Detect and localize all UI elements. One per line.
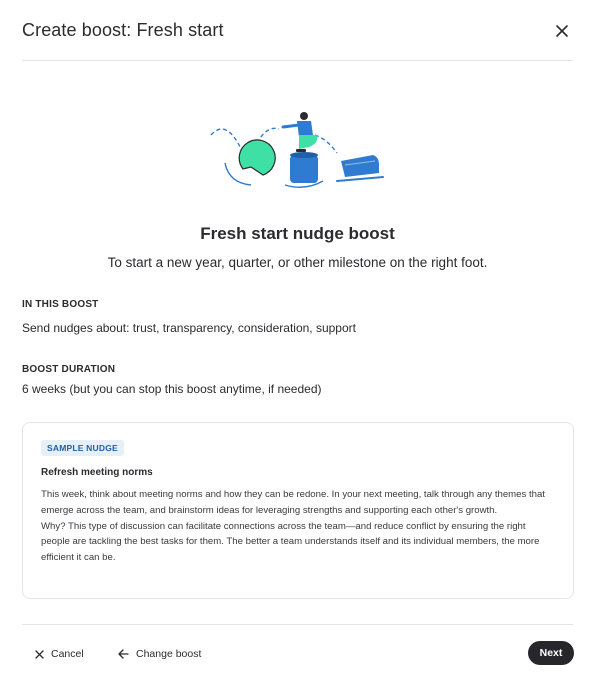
close-icon <box>35 649 44 659</box>
close-button[interactable] <box>553 22 571 40</box>
sample-nudge-body: This week, think about meeting norms and… <box>41 487 557 566</box>
sample-nudge-paragraph: Why? This type of discussion can facilit… <box>41 520 540 564</box>
boost-duration-text: 6 weeks (but you can stop this boost any… <box>22 382 322 396</box>
fresh-start-illustration <box>210 112 384 188</box>
create-boost-modal: Create boost: Fresh start Fresh start nu… <box>0 0 595 687</box>
in-this-boost-text: Send nudges about: trust, transparency, … <box>22 321 356 335</box>
sample-nudge-badge: SAMPLE NUDGE <box>41 440 124 456</box>
next-button[interactable]: Next <box>528 641 574 665</box>
in-this-boost-heading: IN THIS BOOST <box>22 299 99 310</box>
sample-nudge-paragraph: This week, think about meeting norms and… <box>41 489 545 516</box>
cancel-button[interactable]: Cancel <box>35 646 84 662</box>
arrow-left-icon <box>118 649 129 659</box>
change-boost-label: Change boost <box>136 648 202 660</box>
close-icon <box>556 25 568 37</box>
boost-description: To start a new year, quarter, or other m… <box>107 255 488 270</box>
cancel-label: Cancel <box>51 648 84 660</box>
sample-nudge-card: SAMPLE NUDGE Refresh meeting norms This … <box>22 422 574 599</box>
change-boost-button[interactable]: Change boost <box>118 646 201 662</box>
modal-title: Create boost: Fresh start <box>22 20 224 40</box>
modal-header: Create boost: Fresh start <box>22 0 573 61</box>
boost-duration-heading: BOOST DURATION <box>22 364 116 375</box>
footer-divider <box>22 624 573 625</box>
boost-title: Fresh start nudge boost <box>200 224 395 243</box>
sample-nudge-title: Refresh meeting norms <box>41 467 153 478</box>
